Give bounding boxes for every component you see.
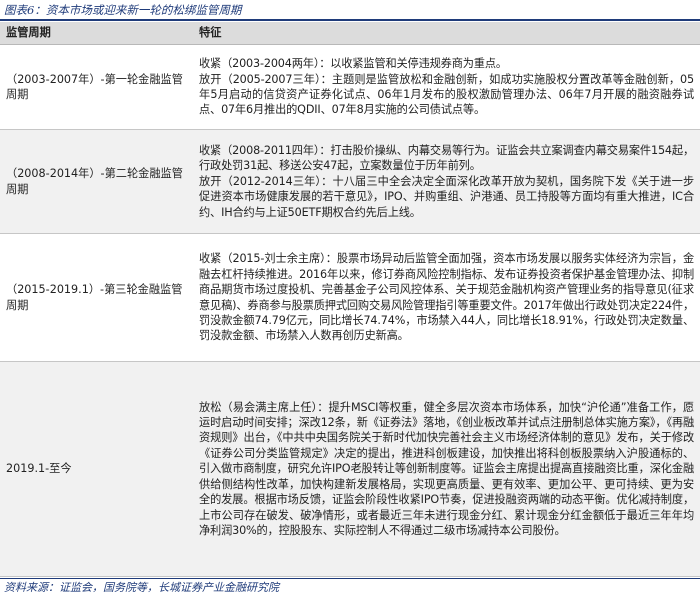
source-note: 资料来源：证监会，国务院等，长城证券产业金融研究院 — [4, 581, 279, 594]
period-cell: （2008-2014年）-第二轮金融监管周期 — [0, 129, 193, 234]
feature-cell: 收紧（2003-2004两年）：以收紧监管和关停违规券商为重点。 放开（2005… — [193, 44, 700, 130]
feature-cell: 放松（易会满主席上任）：提升MSCI等权重，健全多层次资本市场体系，加快“沪伦通… — [193, 361, 700, 577]
table-header-row: 监管周期 特征 — [0, 22, 700, 45]
feature-paragraph: 收紧（2008-2011四年）：打击股价操纵、内幕交易等行为。证监会共立案调查内… — [199, 143, 694, 173]
feature-cell: 收紧（2008-2011四年）：打击股价操纵、内幕交易等行为。证监会共立案调查内… — [193, 129, 700, 234]
feature-paragraph: 收紧（2003-2004两年）：以收紧监管和关停违规券商为重点。 — [199, 57, 507, 71]
table-row: 2019.1-至今 放松（易会满主席上任）：提升MSCI等权重，健全多层次资本市… — [0, 361, 700, 577]
regulation-cycle-table: 监管周期 特征 （2003-2007年）-第一轮金融监管周期 收紧（2003-2… — [0, 22, 700, 577]
period-cell: 2019.1-至今 — [0, 361, 193, 577]
feature-paragraph: 放开（2005-2007三年）：主题则是监管放松和金融创新，如成功实施股权分置改… — [199, 72, 694, 117]
figure-caption: 图表6：资本市场或迎来新一轮的松绑监管周期 — [4, 3, 242, 17]
feature-paragraph: 放松（易会满主席上任）：提升MSCI等权重，健全多层次资本市场体系，加快“沪伦通… — [199, 400, 694, 537]
table-row: （2003-2007年）-第一轮金融监管周期 收紧（2003-2004两年）：以… — [0, 44, 700, 130]
feature-paragraph: 收紧（2015-刘士余主席）：股票市场异动后监管全面加强，资本市场发展以服务实体… — [199, 252, 694, 343]
period-cell: （2015-2019.1）-第三轮金融监管周期 — [0, 233, 193, 362]
feature-cell: 收紧（2015-刘士余主席）：股票市场异动后监管全面加强，资本市场发展以服务实体… — [193, 233, 700, 362]
period-cell: （2003-2007年）-第一轮金融监管周期 — [0, 44, 193, 130]
table-row: （2015-2019.1）-第三轮金融监管周期 收紧（2015-刘士余主席）：股… — [0, 233, 700, 362]
header-period: 监管周期 — [0, 22, 193, 45]
header-feature: 特征 — [193, 22, 700, 45]
feature-paragraph: 放开（2012-2014三年）：十八届三中全会决定全面深化改革开放为契机，国务院… — [199, 174, 694, 219]
page: 图表6：资本市场或迎来新一轮的松绑监管周期 监管周期 特征 （2003-2007… — [0, 0, 700, 597]
table-row: （2008-2014年）-第二轮金融监管周期 收紧（2008-2011四年）：打… — [0, 129, 700, 234]
caption-rule — [0, 19, 700, 21]
source-rule — [0, 578, 700, 579]
